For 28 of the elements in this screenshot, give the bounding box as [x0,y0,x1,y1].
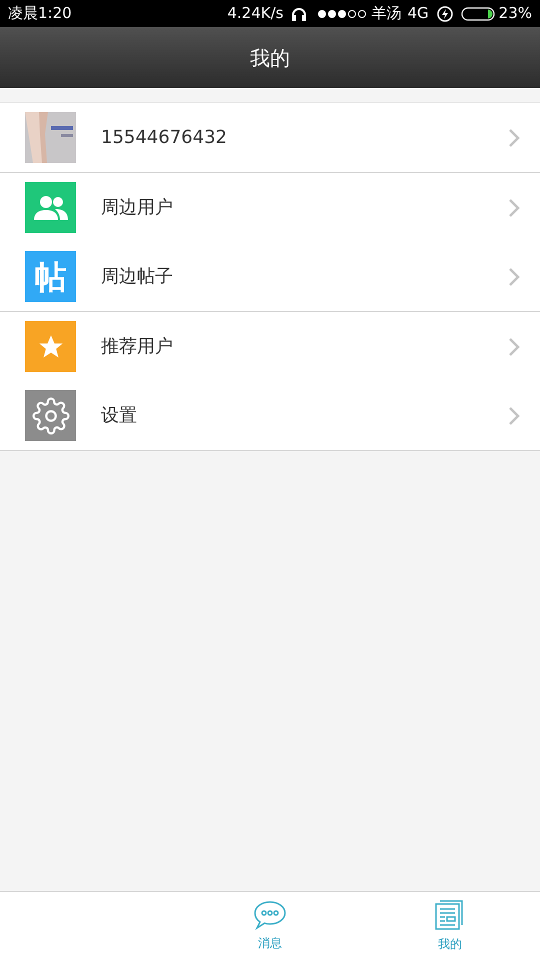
headphones-icon [291,6,308,22]
network-speed: 4.24K/s [227,3,284,24]
status-time: 凌晨1:20 [8,3,72,24]
menu-item[interactable]: 15544676432 [0,103,540,172]
menu-item[interactable]: 周边用户 [0,173,540,242]
post-icon: 帖 [25,251,76,302]
phone-number: 15544676432 [101,126,227,150]
menu-item[interactable]: 推荐用户 [0,312,540,381]
chat-bubble-icon [253,900,287,930]
chevron-right-icon [508,198,520,218]
chevron-right-icon [508,336,520,356]
menu-label: 周边用户 [101,196,173,220]
battery-icon [460,6,495,20]
page-title: 我的 [250,44,290,72]
menu-label: 推荐用户 [101,335,173,359]
menu-label: 周边帖子 [101,265,173,289]
network-type: 4G [407,3,429,24]
carrier-name: 羊汤 [371,3,402,24]
battery-percent: 23% [498,3,532,24]
menu-item[interactable]: 设置 [0,381,540,450]
charging-icon [436,6,453,22]
menu-item[interactable]: 帖 周边帖子 [0,242,540,311]
chevron-right-icon [508,266,520,286]
signal-icon [317,8,368,20]
chevron-right-icon [508,406,520,426]
menu-label: 设置 [101,404,137,428]
newspaper-icon [434,899,466,931]
chevron-right-icon [508,128,520,148]
